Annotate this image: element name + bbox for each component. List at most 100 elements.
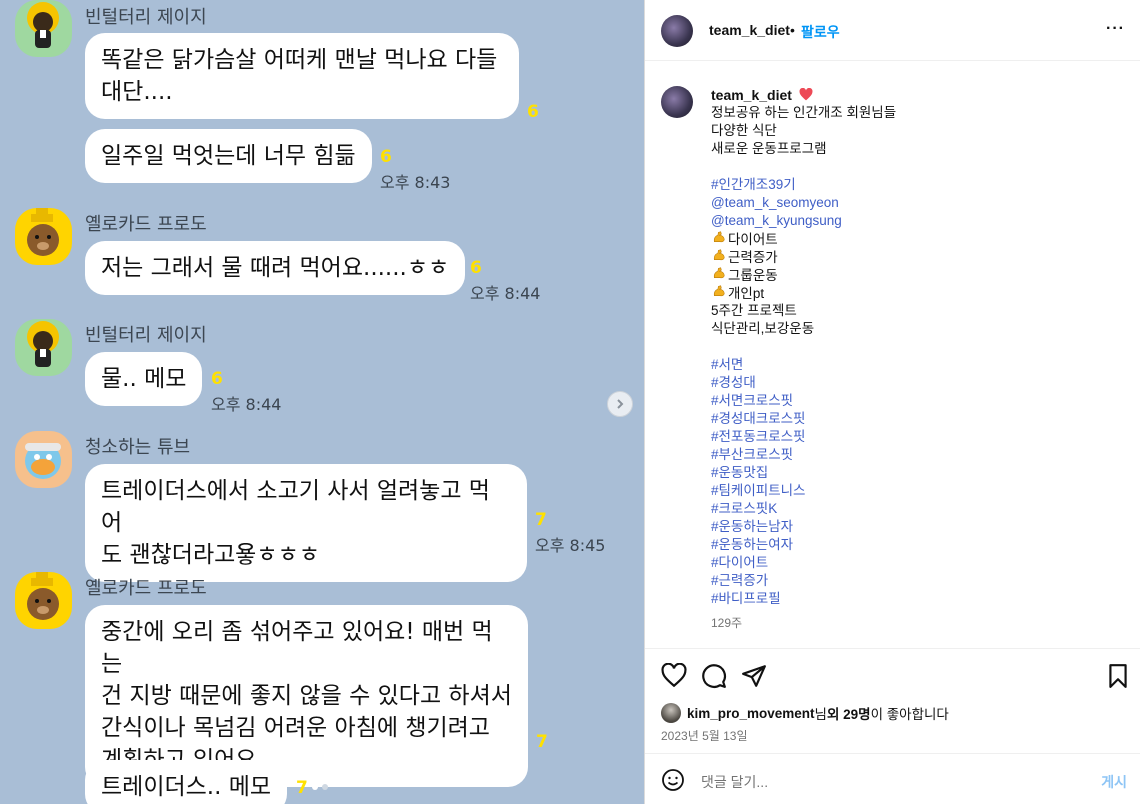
likes-count[interactable]: 외 29명 <box>827 703 871 723</box>
frodo-dog-icon <box>15 208 72 265</box>
avatar[interactable] <box>661 15 693 47</box>
hashtag-link[interactable]: #인간개조39기 <box>711 176 1111 194</box>
bookmark-icon[interactable] <box>1105 663 1131 689</box>
message-bubble: 트레이더스.. 메모 <box>85 760 288 804</box>
caption-line: 그룹운동 <box>711 266 1111 284</box>
likes-text: 님 <box>814 707 827 722</box>
caption-line-text: 개인pt <box>728 286 765 301</box>
caption-line-text: 근력증가 <box>728 250 778 265</box>
hashtag-link[interactable]: #다이어트 <box>711 554 1111 572</box>
message-bubble: 일주일 먹엇는데 너무 힘듦 <box>85 129 372 183</box>
hashtag-link[interactable]: #부산크로스핏 <box>711 446 1111 464</box>
unread-count: 6 <box>527 102 539 122</box>
liker-avatar[interactable] <box>661 703 681 723</box>
follow-button[interactable]: 팔로우 <box>801 22 840 42</box>
apeach-jay-g-icon <box>15 319 72 376</box>
message-line: 물.. 메모 <box>101 366 187 392</box>
caption-line: 개인pt <box>711 284 1111 302</box>
frodo-dog-icon <box>15 572 72 629</box>
comment-icon[interactable] <box>701 663 727 689</box>
sender-name: 빈털터리 제이지 <box>85 7 207 28</box>
header-username[interactable]: team_k_diet <box>709 22 790 38</box>
post-age: 129주 <box>711 616 743 630</box>
hashtag-link[interactable]: #운동맛집 <box>711 464 1111 482</box>
message-line: 일주일 먹엇는데 너무 힘듦 <box>101 143 356 169</box>
unread-count: 6 <box>380 147 392 167</box>
message-time: 오후 8:44 <box>470 284 541 303</box>
share-icon[interactable] <box>741 663 767 689</box>
message-line: 똑같은 닭가슴살 어떠케 맨날 먹나요 다들 <box>101 47 498 73</box>
flexed-biceps-icon <box>711 266 727 284</box>
caption-line-text: 그룹운동 <box>728 268 778 283</box>
caption-line: 새로운 운동프로그램 <box>711 141 827 156</box>
sender-name: 청소하는 튜브 <box>85 437 191 458</box>
apeach-jay-g-icon <box>15 0 72 57</box>
unread-count: 7 <box>296 778 308 798</box>
chat-screenshot: 빈털터리 제이지 똑같은 닭가슴살 어떠케 맨날 먹나요 다들 대단.... 6… <box>0 0 644 804</box>
caption-line: 다양한 식단 <box>711 123 777 138</box>
message-line: 트레이더스.. 메모 <box>101 774 272 800</box>
hashtag-link[interactable]: #운동하는남자 <box>711 518 1111 536</box>
more-options-icon[interactable]: ··· <box>1106 20 1125 38</box>
carousel-dots <box>312 784 328 790</box>
unread-count: 7 <box>535 510 547 530</box>
flexed-biceps-icon <box>711 284 727 302</box>
hashtag-link[interactable]: #전포동크로스핏 <box>711 428 1111 446</box>
tube-duck-icon <box>15 431 72 488</box>
message-bubble: 똑같은 닭가슴살 어떠케 맨날 먹나요 다들 대단.... <box>85 33 519 119</box>
message-line: 건 지방 때문에 좋지 않을 수 있다고 하셔서 <box>101 683 512 709</box>
instagram-post-panel: team_k_diet • 팔로우 ··· team_k_diet 정보공유 하… <box>644 0 1140 804</box>
caption-body: 정보공유 하는 인간개조 회원님들다양한 식단새로운 운동프로그램 #인간개조39… <box>711 104 1111 608</box>
message-bubble: 트레이더스에서 소고기 사서 얼려놓고 먹어 도 괜찮더라고욯ㅎㅎㅎ <box>85 464 527 582</box>
hashtag-link[interactable]: #크로스핏K <box>711 500 1111 518</box>
caption-line: 5주간 프로젝트 <box>711 303 797 318</box>
likes-summary: kim_pro_movement 님 외 29명 이 좋아합니다 <box>661 703 949 723</box>
hashtag-link[interactable]: #경성대크로스핏 <box>711 410 1111 428</box>
hashtag-link[interactable]: #근력증가 <box>711 572 1111 590</box>
post-caption: team_k_diet 정보공유 하는 인간개조 회원님들다양한 식단새로운 운… <box>711 86 1111 608</box>
caption-header: team_k_diet <box>711 86 1111 104</box>
liker-username[interactable]: kim_pro_movement <box>687 706 815 721</box>
post-comment-button[interactable]: 게시 <box>1101 772 1127 792</box>
caption-line: 정보공유 하는 인간개조 회원님들 <box>711 105 897 120</box>
message-line: 도 괜찮더라고욯ㅎㅎㅎ <box>101 542 320 568</box>
message-line: 트레이더스에서 소고기 사서 얼려놓고 먹어 <box>101 478 490 536</box>
likes-text: 이 좋아합니다 <box>870 707 949 722</box>
message-time: 오후 8:43 <box>380 173 451 192</box>
emoji-picker-icon[interactable] <box>661 768 685 792</box>
caption-line: 다이어트 <box>711 230 1111 248</box>
hashtag-link[interactable]: #팀케이피트니스 <box>711 482 1111 500</box>
like-heart-icon[interactable] <box>661 663 687 689</box>
hashtag-link[interactable]: #서면 <box>711 356 1111 374</box>
message-line: 대단.... <box>101 79 173 105</box>
message-bubble: 물.. 메모 <box>85 352 203 406</box>
unread-count: 6 <box>211 369 223 389</box>
message-bubble: 저는 그래서 물 때려 먹어요......ㅎㅎ <box>85 241 466 295</box>
caption-username[interactable]: team_k_diet <box>711 87 792 103</box>
unread-count: 7 <box>536 732 548 752</box>
sender-name: 옐로카드 프로도 <box>85 578 207 599</box>
sender-name: 빈털터리 제이지 <box>85 325 207 346</box>
message-time: 오후 8:45 <box>535 536 606 555</box>
hashtag-link[interactable]: @team_k_seomyeon <box>711 194 1111 212</box>
hashtag-link[interactable]: #경성대 <box>711 374 1111 392</box>
post-date: 2023년 5월 13일 <box>661 729 748 743</box>
hashtag-link[interactable]: #운동하는여자 <box>711 536 1111 554</box>
hashtag-link[interactable]: @team_k_kyungsung <box>711 212 1111 230</box>
post-actions: kim_pro_movement 님 외 29명 이 좋아합니다 2023년 5… <box>645 648 1140 748</box>
message-line: 간식이나 목넘김 어려운 아침에 챙기려고 <box>101 715 490 741</box>
hashtag-link[interactable]: #바디프로필 <box>711 590 1111 608</box>
caption-line-text: 다이어트 <box>728 232 778 247</box>
hashtag-link[interactable]: #서면크로스핏 <box>711 392 1111 410</box>
flexed-biceps-icon <box>711 248 727 266</box>
heart-emoji-icon <box>799 87 813 101</box>
post-header: team_k_diet • 팔로우 ··· <box>645 0 1140 61</box>
flexed-biceps-icon <box>711 230 727 248</box>
caption-avatar[interactable] <box>661 86 693 118</box>
comment-input[interactable]: 댓글 달기... <box>701 772 768 792</box>
sender-name: 옐로카드 프로도 <box>85 214 207 235</box>
carousel-next-button[interactable] <box>607 391 633 417</box>
unread-count: 6 <box>470 258 482 278</box>
